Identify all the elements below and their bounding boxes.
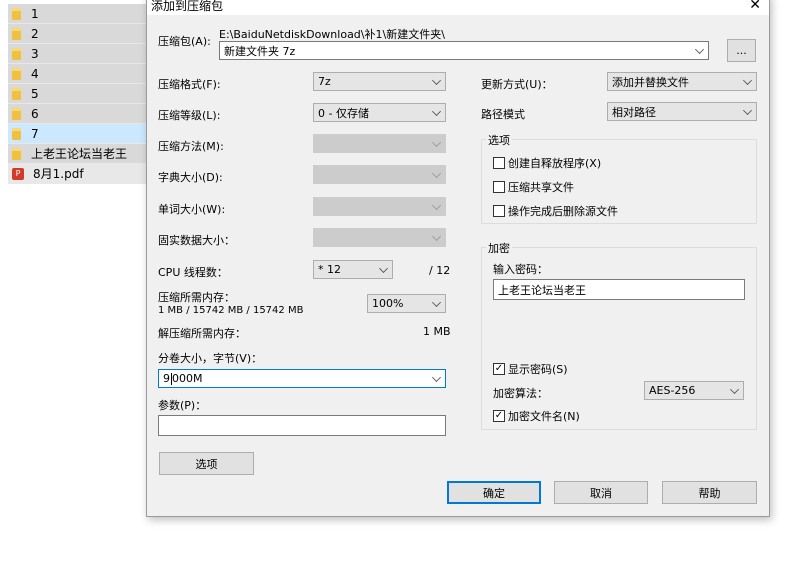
folder-icon <box>12 47 21 60</box>
list-item[interactable]: 7 <box>8 124 150 144</box>
path-mode-select[interactable]: 相对路径 <box>607 102 757 121</box>
chevron-down-icon <box>730 385 739 394</box>
list-item[interactable]: P 8月1.pdf <box>8 164 150 184</box>
format-label: 压缩格式(F): <box>158 78 221 91</box>
params-input[interactable] <box>158 415 446 436</box>
sfx-checkbox[interactable]: 创建自释放程序(X) <box>493 155 601 171</box>
dict-label: 字典大小(D): <box>158 171 223 184</box>
close-icon[interactable]: ✕ <box>749 0 761 12</box>
cpu-total: / 12 <box>429 264 451 277</box>
checkbox-checked[interactable]: ✓ <box>493 363 505 375</box>
format-select[interactable]: 7z <box>313 72 446 91</box>
list-item[interactable]: 6 <box>8 104 150 124</box>
level-select[interactable]: 0 - 仅存储 <box>313 103 446 122</box>
chevron-down-icon <box>379 264 388 273</box>
password-input[interactable]: 上老王论坛当老王 <box>493 279 745 300</box>
mem-percent-select[interactable]: 100% <box>367 294 446 313</box>
mem-detail: 1 MB / 15742 MB / 15742 MB <box>158 305 304 316</box>
show-password-checkbox[interactable]: ✓ 显示密码(S) <box>493 361 568 377</box>
title-bar: 添加到压缩包 ✕ <box>147 0 769 15</box>
chevron-down-icon <box>432 76 441 85</box>
chevron-down-icon <box>743 76 752 85</box>
cancel-button[interactable]: 取消 <box>554 481 648 504</box>
password-label: 输入密码： <box>493 263 548 276</box>
chevron-down-icon <box>743 106 752 115</box>
folder-icon <box>12 27 21 40</box>
browse-button[interactable]: ... <box>727 39 756 62</box>
cpu-select[interactable]: * 12 <box>313 260 393 279</box>
add-to-archive-dialog: 添加到压缩包 ✕ 压缩包(A): E:\BaiduNetdiskDownload… <box>146 0 770 517</box>
encrypt-names-checkbox[interactable]: ✓ 加密文件名(N) <box>493 408 580 424</box>
dialog-title: 添加到压缩包 <box>151 0 224 13</box>
chevron-down-icon <box>432 373 441 382</box>
checkbox-box[interactable] <box>493 205 505 217</box>
enc-method-select[interactable]: AES-256 <box>644 381 744 400</box>
checkbox-box[interactable] <box>493 157 505 169</box>
options-group-title: 选项 <box>486 132 512 148</box>
method-select[interactable] <box>313 134 446 153</box>
level-label: 压缩等级(L): <box>158 109 221 122</box>
folder-icon <box>12 127 21 140</box>
ok-button[interactable]: 确定 <box>447 481 541 504</box>
encryption-group-title: 加密 <box>486 240 512 256</box>
chevron-down-icon <box>432 298 441 307</box>
archive-path: E:\BaiduNetdiskDownload\补1\新建文件夹\ <box>219 28 445 41</box>
list-item[interactable]: 3 <box>8 44 150 64</box>
folder-icon <box>12 107 21 120</box>
solid-label: 固实数据大小： <box>158 234 235 247</box>
file-list: 1 2 3 4 5 6 7 上老王论坛当老王 P 8月1.pdf <box>8 4 150 184</box>
volume-label: 分卷大小，字节(V)： <box>158 352 263 365</box>
delete-source-checkbox[interactable]: 操作完成后删除源文件 <box>493 203 618 219</box>
update-select[interactable]: 添加并替换文件 <box>607 72 757 91</box>
enc-method-label: 加密算法： <box>493 387 548 400</box>
mem-label: 压缩所需内存： <box>158 291 235 304</box>
dict-select[interactable] <box>313 165 446 184</box>
list-item[interactable]: 2 <box>8 24 150 44</box>
options-button[interactable]: 选项 <box>159 452 254 475</box>
chevron-down-icon <box>432 107 441 116</box>
folder-icon <box>12 7 21 20</box>
cpu-label: CPU 线程数： <box>158 266 228 279</box>
shared-checkbox[interactable]: 压缩共享文件 <box>493 179 574 195</box>
params-label: 参数(P)： <box>158 399 207 412</box>
method-label: 压缩方法(M): <box>158 140 224 153</box>
list-item[interactable]: 4 <box>8 64 150 84</box>
folder-icon <box>12 67 21 80</box>
decomp-value: 1 MB <box>423 325 451 338</box>
list-item[interactable]: 5 <box>8 84 150 104</box>
archive-name-input[interactable]: 新建文件夹 7z <box>219 41 709 60</box>
chevron-down-icon <box>695 45 704 54</box>
chevron-down-icon <box>432 201 441 210</box>
chevron-down-icon <box>432 169 441 178</box>
archive-label: 压缩包(A): <box>158 35 211 48</box>
folder-icon <box>12 147 21 160</box>
help-button[interactable]: 帮助 <box>662 481 757 504</box>
list-item[interactable]: 上老王论坛当老王 <box>8 144 150 164</box>
decomp-label: 解压缩所需内存： <box>158 327 246 340</box>
volume-input[interactable]: 9 000M <box>158 369 446 388</box>
checkbox-box[interactable] <box>493 181 505 193</box>
chevron-down-icon <box>432 232 441 241</box>
chevron-down-icon <box>432 138 441 147</box>
checkbox-checked[interactable]: ✓ <box>493 410 505 422</box>
pdf-icon: P <box>12 167 24 180</box>
list-item[interactable]: 1 <box>8 4 150 24</box>
update-label: 更新方式(U)： <box>481 78 553 91</box>
path-mode-label: 路径模式 <box>481 108 525 121</box>
folder-icon <box>12 87 21 100</box>
solid-select[interactable] <box>313 228 446 247</box>
word-label: 单词大小(W): <box>158 203 226 216</box>
word-select[interactable] <box>313 197 446 216</box>
